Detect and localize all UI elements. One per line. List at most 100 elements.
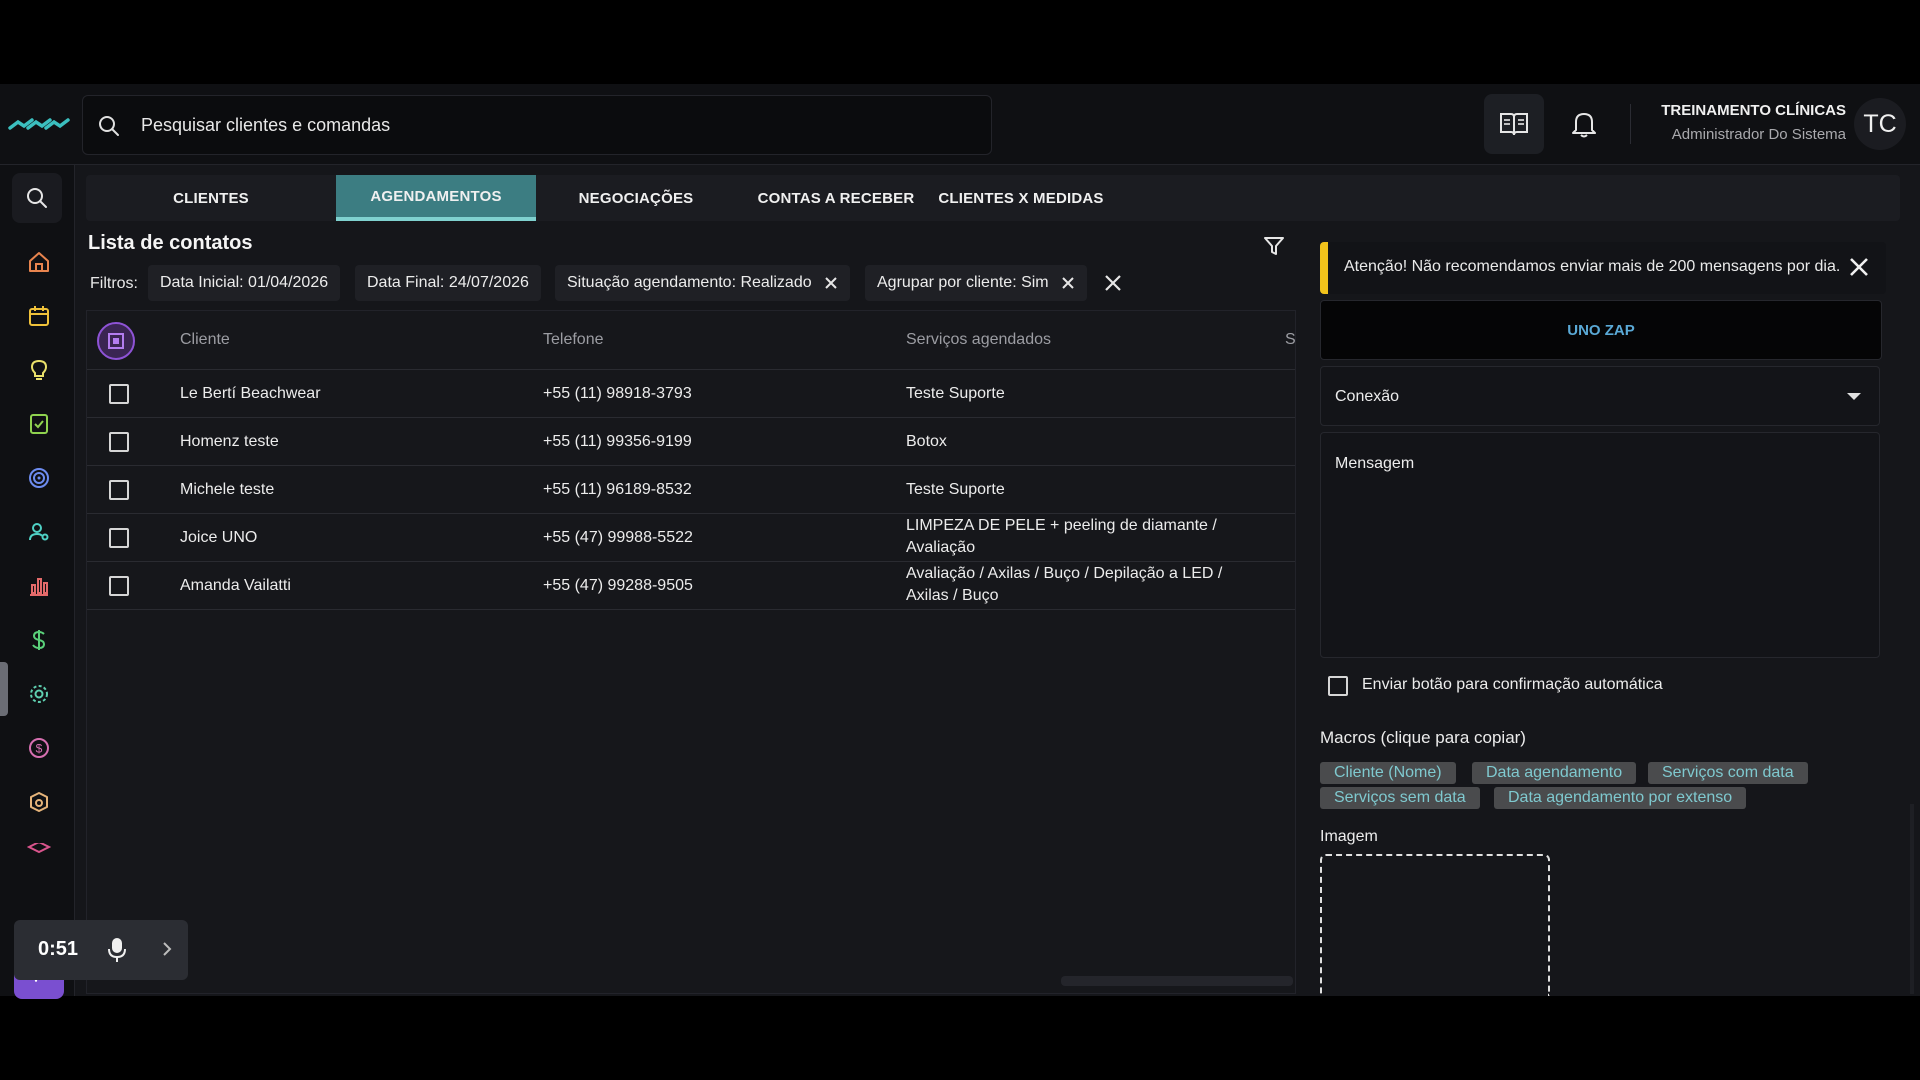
close-icon[interactable] <box>1848 256 1870 278</box>
macro-chip[interactable]: Data agendamento <box>1472 762 1637 784</box>
chevron-right-icon[interactable] <box>160 938 174 960</box>
vertical-scrollbar[interactable] <box>1910 804 1914 994</box>
divider <box>1630 104 1631 144</box>
tab-clientes[interactable]: CLIENTES <box>86 175 336 221</box>
row-checkbox[interactable] <box>109 528 129 548</box>
cell-telefone: +55 (47) 99988-5522 <box>543 529 693 546</box>
table-header: Cliente Telefone Serviços agendados S <box>87 311 1295 370</box>
alert-text: Atenção! Não recomendamos enviar mais de… <box>1344 258 1841 275</box>
row-checkbox[interactable] <box>109 432 129 452</box>
tab-clientes-x-medidas[interactable]: CLIENTES X MEDIDAS <box>936 175 1106 221</box>
search-bar[interactable]: Pesquisar clientes e comandas <box>82 95 992 155</box>
sidebar-search-button[interactable] <box>12 173 62 223</box>
row-checkbox[interactable] <box>109 576 129 596</box>
sidebar-item-ideas[interactable] <box>26 357 52 383</box>
column-header[interactable]: Serviços agendados <box>906 331 1051 349</box>
help-book-button[interactable] <box>1484 94 1544 154</box>
horizontal-scrollbar[interactable] <box>1061 976 1293 986</box>
cell-servicos: Teste Suporte <box>906 385 1005 402</box>
bell-icon <box>1572 113 1596 138</box>
filter-icon[interactable] <box>1262 234 1286 258</box>
filter-chip: Situação agendamento: Realizado <box>555 265 850 301</box>
graduation-icon <box>27 843 51 854</box>
row-checkbox[interactable] <box>109 384 129 404</box>
top-bar: Pesquisar clientes e comandas TREINAMENT… <box>0 84 1920 165</box>
users-icon <box>29 523 49 541</box>
close-icon[interactable] <box>824 276 838 290</box>
table-row[interactable]: Homenz teste +55 (11) 99356-9199 Botox <box>87 418 1295 466</box>
table-row[interactable]: Le Bertí Beachwear +55 (11) 98918-3793 T… <box>87 370 1295 418</box>
sidebar-item-clients[interactable] <box>26 519 52 545</box>
sidebar-item-training[interactable] <box>26 843 52 857</box>
search-input[interactable]: Pesquisar clientes e comandas <box>141 115 390 136</box>
column-header[interactable]: Cliente <box>180 331 230 349</box>
clear-filters-icon[interactable] <box>1104 274 1122 292</box>
notifications-button[interactable] <box>1554 94 1614 154</box>
sidebar-item-stock[interactable] <box>26 789 52 815</box>
tab-contas-a-receber[interactable]: CONTAS A RECEBER <box>736 175 936 221</box>
table-row[interactable]: Joice UNO +55 (47) 99988-5522 LIMPEZA DE… <box>87 514 1295 562</box>
cell-servicos: Botox <box>906 433 947 450</box>
message-label: Mensagem <box>1335 455 1415 472</box>
column-header[interactable]: S <box>1285 331 1295 349</box>
cell-cliente: Michele teste <box>180 481 275 498</box>
macro-chip[interactable]: Cliente (Nome) <box>1320 762 1456 784</box>
book-icon <box>1500 113 1528 136</box>
filter-chip-label: Data Final: 24/07/2026 <box>367 274 529 291</box>
cell-cliente: Joice UNO <box>180 529 258 546</box>
cell-telefone: +55 (11) 98918-3793 <box>543 385 692 402</box>
sidebar-item-home[interactable] <box>26 249 52 275</box>
column-header[interactable]: Telefone <box>543 331 604 349</box>
recorder-time: 0:51 <box>38 938 79 960</box>
cell-telefone: +55 (47) 99288-9505 <box>543 577 693 594</box>
list-title: Lista de contatos <box>88 232 253 254</box>
search-icon <box>99 116 119 136</box>
chevron-down-icon <box>1847 393 1861 400</box>
message-textarea[interactable]: Mensagem <box>1320 432 1880 658</box>
auto-confirm-checkbox[interactable] <box>1328 676 1348 696</box>
filter-chip-label: Agrupar por cliente: Sim <box>877 274 1049 291</box>
user-role: Administrador Do Sistema <box>1671 126 1846 143</box>
cell-servicos: Avaliação / Axilas / Buço / Depilação a … <box>906 565 1223 604</box>
select-all-checkbox[interactable] <box>97 322 135 360</box>
table-row[interactable]: Michele teste +55 (11) 96189-8532 Teste … <box>87 466 1295 514</box>
tab-negociacoes[interactable]: NEGOCIAÇÕES <box>536 175 736 221</box>
logo[interactable] <box>8 114 70 134</box>
sidebar-item-settings[interactable] <box>26 681 52 707</box>
filter-chip: Data Final: 24/07/2026 <box>355 265 541 301</box>
image-dropzone[interactable] <box>1320 854 1550 996</box>
table-row[interactable]: Amanda Vailatti +55 (47) 99288-9505 Aval… <box>87 562 1295 610</box>
sidebar-item-tasks[interactable] <box>26 411 52 437</box>
sidebar-item-goals[interactable] <box>26 465 52 491</box>
avatar[interactable]: TC <box>1854 98 1906 150</box>
sidebar: $ <box>0 165 75 999</box>
filters-label: Filtros: <box>90 275 138 292</box>
dollar-icon <box>32 630 46 650</box>
image-label: Imagem <box>1320 828 1378 845</box>
close-icon[interactable] <box>1061 276 1075 290</box>
home-icon <box>29 252 49 272</box>
sidebar-item-finance[interactable] <box>26 627 52 653</box>
macro-chip[interactable]: Serviços sem data <box>1320 787 1480 809</box>
connection-select[interactable]: Conexão <box>1320 366 1880 426</box>
macros-title: Macros (clique para copiar) <box>1320 728 1526 747</box>
cell-cliente: Homenz teste <box>180 433 279 450</box>
filter-chip-label: Data Inicial: 01/04/2026 <box>160 274 329 291</box>
sidebar-item-calendar[interactable] <box>26 303 52 329</box>
macro-chip[interactable]: Data agendamento por extenso <box>1494 787 1747 809</box>
sidebar-item-reports[interactable] <box>26 573 52 599</box>
active-indicator <box>0 662 8 716</box>
target-icon <box>29 468 49 488</box>
uno-zap-button[interactable]: UNO ZAP <box>1320 300 1882 360</box>
sidebar-item-payments[interactable]: $ <box>26 735 52 761</box>
settings-icon <box>30 685 48 703</box>
row-checkbox[interactable] <box>109 480 129 500</box>
svg-text:$: $ <box>36 742 43 756</box>
cell-servicos: Teste Suporte <box>906 481 1005 498</box>
warning-alert: Atenção! Não recomendamos enviar mais de… <box>1320 242 1886 294</box>
microphone-icon[interactable] <box>106 936 128 964</box>
tab-agendamentos[interactable]: AGENDAMENTOS <box>336 175 536 221</box>
macro-chip[interactable]: Serviços com data <box>1648 762 1808 784</box>
coin-icon: $ <box>29 738 49 758</box>
auto-confirm-label[interactable]: Enviar botão para confirmação automática <box>1362 676 1663 694</box>
